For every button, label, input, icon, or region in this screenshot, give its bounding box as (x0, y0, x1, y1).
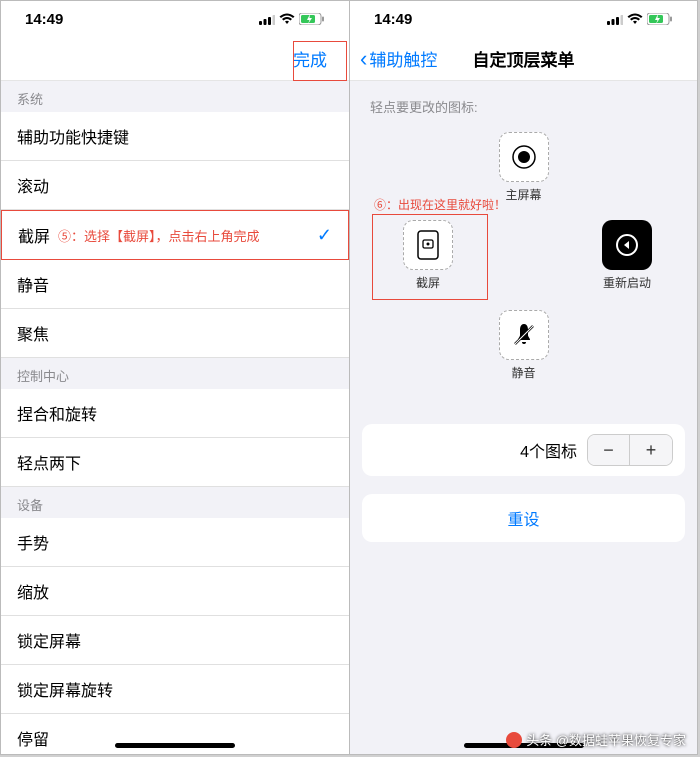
status-icons (259, 13, 325, 25)
stepper-minus[interactable]: − (588, 435, 630, 465)
watermark-logo-icon (506, 732, 522, 748)
home-indicator[interactable] (115, 743, 235, 748)
tile-restart[interactable]: 重新启动 (595, 220, 659, 291)
check-icon: ✓ (317, 225, 332, 246)
annotation-5: ⑤：选择【截屏】，点击右上角完成 (58, 226, 260, 245)
status-icons (607, 13, 673, 25)
icon-count-stepper: − + (587, 434, 673, 466)
row-dwell[interactable]: 停留 (1, 714, 349, 755)
hint-text: 轻点要更改的图标: (350, 87, 697, 124)
back-button[interactable]: ‹ 辅助触控 (360, 46, 437, 72)
row-lock-screen[interactable]: 锁定屏幕 (1, 616, 349, 665)
nav-bar-right: ‹ 辅助触控 自定顶层菜单 (350, 37, 697, 81)
status-time: 14:49 (374, 11, 412, 28)
row-lock-rotation[interactable]: 锁定屏幕旋转 (1, 665, 349, 714)
row-pinch-rotate[interactable]: 捏合和旋转 (1, 389, 349, 438)
done-button[interactable]: 完成 (283, 40, 337, 77)
tile-mute[interactable]: 静音 (492, 310, 556, 381)
page-title: 自定顶层菜单 (473, 46, 575, 71)
settings-list: 系统 辅助功能快捷键 滚动 截屏 ⑤：选择【截屏】，点击右上角完成 ✓ 静音 聚… (1, 81, 349, 755)
stepper-plus[interactable]: + (630, 435, 672, 465)
section-header-system: 系统 (1, 81, 349, 112)
screenshot-icon (417, 230, 439, 260)
signal-icon (259, 14, 275, 25)
tile-home[interactable]: 主屏幕 (492, 132, 556, 203)
annotation-6: ⑥：出现在这里就好啦！ (374, 196, 506, 213)
home-icon (511, 144, 537, 170)
row-mute[interactable]: 静音 (1, 260, 349, 309)
status-time: 14:49 (25, 11, 63, 28)
wifi-icon (279, 13, 295, 25)
status-bar: 14:49 (1, 1, 349, 37)
status-bar: 14:49 (350, 1, 697, 37)
wifi-icon (627, 13, 643, 25)
battery-icon (299, 13, 325, 25)
icon-count-row: 4个图标 − + (362, 424, 685, 476)
watermark: 头条 @数据蛙苹果恢复专家 (506, 730, 686, 749)
tile-screenshot[interactable]: 截屏 (396, 220, 460, 291)
battery-icon (647, 13, 673, 25)
row-screenshot[interactable]: 截屏 ⑤：选择【截屏】，点击右上角完成 ✓ (1, 210, 349, 260)
section-header-control: 控制中心 (1, 358, 349, 389)
icon-count-label: 4个图标 (520, 438, 577, 462)
row-gestures[interactable]: 手势 (1, 518, 349, 567)
reset-button[interactable]: 重设 (362, 494, 685, 542)
row-accessibility-shortcut[interactable]: 辅助功能快捷键 (1, 112, 349, 161)
signal-icon (607, 14, 623, 25)
mute-icon (511, 322, 537, 348)
section-header-device: 设备 (1, 487, 349, 518)
icon-grid: ⑥：出现在这里就好啦！ 主屏幕 截屏 重新启动 静音 (350, 124, 697, 414)
chevron-left-icon: ‹ (360, 46, 367, 72)
nav-bar-left: 完成 (1, 37, 349, 81)
row-focus[interactable]: 聚焦 (1, 309, 349, 358)
row-scroll[interactable]: 滚动 (1, 161, 349, 210)
restart-icon (615, 233, 639, 257)
row-zoom[interactable]: 缩放 (1, 567, 349, 616)
row-double-tap[interactable]: 轻点两下 (1, 438, 349, 487)
